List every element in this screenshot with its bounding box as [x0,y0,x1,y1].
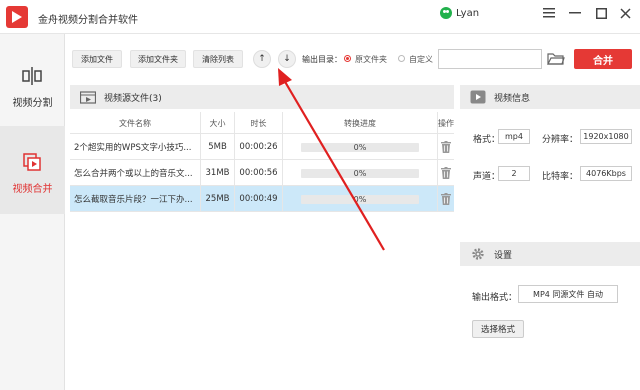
resolution-label: 分辨率： [542,135,579,145]
menu-icon[interactable] [540,4,558,22]
channels-label: 声道： [473,172,501,182]
progress-text: 0% [353,194,367,204]
table-row[interactable]: 2个超实用的WPS文字小技巧... 5MB 00:00:26 0% [70,134,454,160]
settings-title: 设置 [494,250,513,261]
video-info-title: 视频信息 [494,93,531,104]
delete-button[interactable] [438,134,454,160]
merge-icon [23,153,41,171]
move-up-button[interactable]: ↑ [253,50,271,68]
file-size: 5MB [201,134,235,160]
format-value: mp4 [498,129,530,144]
channels-value: 2 [498,166,530,181]
bitrate-label: 比特率： [542,172,579,182]
file-name: 怎么截取音乐片段？一江下办... [70,186,201,212]
delete-button[interactable] [438,186,454,212]
file-duration: 00:00:56 [235,160,283,186]
user-name: Lyan [456,7,480,19]
sidebar: 视频分割 视频合并 [0,34,65,390]
split-icon [22,67,42,85]
choose-format-button[interactable]: 选择格式 [472,320,524,338]
file-size: 25MB [201,186,235,212]
add-file-button[interactable]: 添加文件 [72,50,122,68]
folder-icon[interactable] [546,50,566,68]
radio-source-folder[interactable] [344,55,351,62]
table-row[interactable]: 怎么合并两个或以上的音乐文... 31MB 00:00:56 0% [70,160,454,186]
sidebar-item-merge[interactable]: 视频合并 [0,126,65,214]
column-header: 转换进度 [283,112,438,134]
table-header: 文件名称 大小 时长 转换进度 操作 [70,112,454,134]
table-row[interactable]: 怎么截取音乐片段？一江下办... 25MB 00:00:49 0% [70,186,454,212]
user-account[interactable]: Lyan [440,6,479,20]
column-header: 时长 [235,112,283,134]
file-list: 文件名称 大小 时长 转换进度 操作 2个超实用的WPS文字小技巧... 5MB 0… [70,112,454,390]
maximize-button[interactable] [592,4,610,22]
add-folder-button[interactable]: 添加文件夹 [130,50,186,68]
trash-icon [441,167,451,179]
file-name: 怎么合并两个或以上的音乐文... [70,160,201,186]
bitrate-value: 4076Kbps [580,166,632,181]
column-header: 大小 [201,112,235,134]
trash-icon [441,193,451,205]
progress-text: 0% [353,142,367,152]
output-format-field[interactable]: MP4 同源文件 自动 [518,285,618,303]
move-down-button[interactable]: ↓ [278,50,296,68]
resolution-value: 1920x1080 [580,129,632,144]
sidebar-item-split[interactable]: 视频分割 [0,40,65,128]
column-header: 操作 [438,118,454,128]
progress-text: 0% [353,168,367,178]
output-format-label: 输出格式： [472,293,518,303]
merge-button[interactable]: 合并 [574,49,632,69]
play-icon [470,90,486,104]
sidebar-item-label: 视频合并 [12,184,53,195]
radio-custom[interactable] [398,55,405,62]
title-bar: 金舟视频分割合并软件 Lyan [0,0,640,34]
output-dir-label: 输出目录： [302,55,342,64]
video-file-icon [80,91,96,104]
sidebar-item-label: 视频分割 [12,98,53,109]
gear-icon [472,248,484,260]
settings-header: 设置 [460,242,640,266]
app-title: 金舟视频分割合并软件 [38,15,138,26]
progress-bar: 0% [301,194,419,204]
radio-custom-label: 自定义 [409,55,433,64]
file-name: 2个超实用的WPS文字小技巧... [70,134,201,160]
clear-list-button[interactable]: 清除列表 [193,50,243,68]
trash-icon [441,141,451,153]
file-size: 31MB [201,160,235,186]
progress-bar: 0% [301,142,419,152]
progress-bar: 0% [301,168,419,178]
file-duration: 00:00:26 [235,134,283,160]
delete-button[interactable] [438,160,454,186]
output-path-input[interactable] [438,49,542,69]
minimize-button[interactable] [566,4,584,22]
radio-source-label: 原文件夹 [355,55,387,64]
file-duration: 00:00:49 [235,186,283,212]
wechat-icon [440,7,452,19]
file-list-header: 视频源文件(3) [70,85,454,109]
app-logo-icon [6,6,28,28]
file-list-title: 视频源文件(3) [104,93,162,104]
column-header: 文件名称 [70,112,201,134]
close-button[interactable] [616,4,634,22]
video-info-header: 视频信息 [460,85,640,109]
format-label: 格式： [473,135,501,145]
